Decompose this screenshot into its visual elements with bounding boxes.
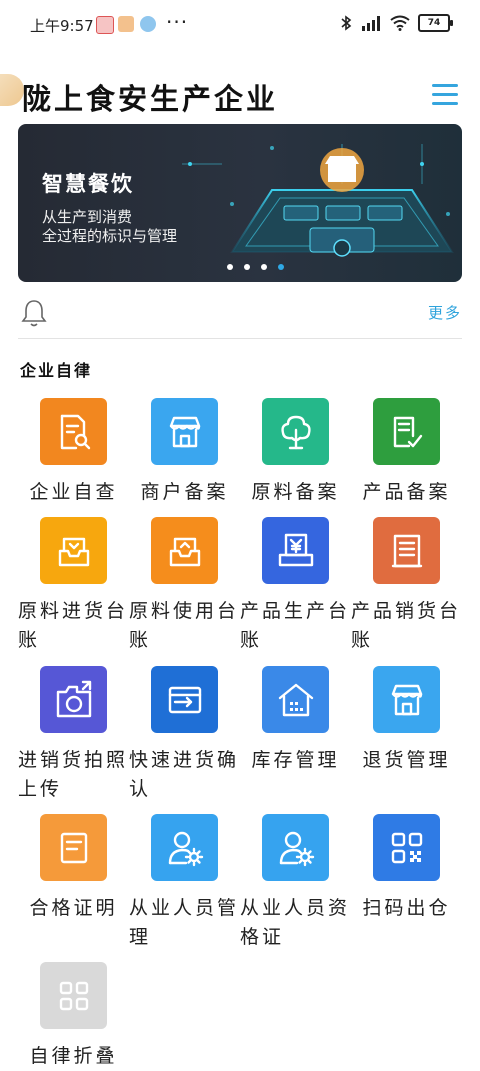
more-link[interactable]: 更多	[428, 302, 462, 323]
tray-in-icon	[40, 517, 107, 584]
carousel-dot-active[interactable]	[278, 264, 284, 270]
carousel-dot[interactable]	[244, 264, 250, 270]
tree-icon	[262, 398, 329, 465]
status-indicators: 74	[340, 14, 453, 32]
page-title: 陇上食安生产企业	[22, 82, 279, 116]
banner-title: 智慧餐饮	[42, 172, 134, 196]
grid-tile-label: 原料使用台账	[129, 600, 240, 651]
signal-icon	[362, 16, 380, 31]
grid-tile-label: 产品生产台账	[240, 600, 351, 651]
status-bar: 上午9:57 ··· 74	[0, 0, 480, 46]
grid-tile-label: 快速进货确认	[129, 749, 240, 800]
grid-tile-label: 库存管理	[251, 749, 340, 771]
notice-bar: 更多	[18, 292, 462, 339]
shop-icon	[373, 666, 440, 733]
app-header: 陇上食安生产企业	[0, 46, 480, 122]
grid-tile-label: 扫码出仓	[362, 897, 451, 919]
app-notification-icon	[140, 16, 156, 32]
grid-tile-label: 合格证明	[29, 897, 118, 919]
grid-tile-label: 原料备案	[251, 481, 340, 503]
bluetooth-icon	[341, 15, 352, 31]
hamburger-menu-icon[interactable]	[432, 84, 458, 106]
grid-icon	[40, 962, 107, 1029]
qr-code-icon	[373, 814, 440, 881]
grid-tile-label: 进销货拍照上传	[18, 749, 129, 800]
logo-mark	[0, 74, 24, 106]
carousel-dot[interactable]	[261, 264, 267, 270]
banner-carousel[interactable]: 智慧餐饮 从生产到消费 全过程的标识与管理	[18, 124, 462, 282]
user-gear-icon	[262, 814, 329, 881]
status-time: 上午9:57	[30, 17, 94, 35]
bell-icon	[21, 300, 47, 327]
card-arrow-icon	[151, 666, 218, 733]
grid-tile-label: 退货管理	[362, 749, 451, 771]
camera-icon	[40, 666, 107, 733]
battery-level: 74	[427, 18, 441, 28]
grid-tile-label: 产品销货台账	[351, 600, 462, 651]
receipt-yuan-icon	[262, 517, 329, 584]
shop-icon	[151, 398, 218, 465]
user-gear-icon	[151, 814, 218, 881]
battery-icon: 74	[418, 14, 453, 32]
document-check-icon	[373, 398, 440, 465]
app-notification-icon	[118, 16, 134, 32]
grid-tile-label: 产品备案	[362, 481, 451, 503]
certificate-icon	[40, 814, 107, 881]
grid-tile-label: 企业自查	[29, 481, 118, 503]
grid-tile-label: 商户备案	[140, 481, 229, 503]
document-search-icon	[40, 398, 107, 465]
carousel-indicators	[227, 264, 284, 270]
grid-tile-label: 从业人员资格证	[240, 897, 351, 948]
smart-dining-illustration	[182, 144, 454, 257]
grid-tile-label: 原料进货台账	[18, 600, 129, 651]
warehouse-icon	[262, 666, 329, 733]
tray-out-icon	[151, 517, 218, 584]
calendar-notification-icon	[96, 16, 114, 34]
more-notifications-icon: ···	[166, 10, 189, 34]
carousel-dot[interactable]	[227, 264, 233, 270]
wifi-icon	[390, 15, 410, 31]
banner-subtitle-line2: 全过程的标识与管理	[42, 227, 178, 245]
grid-tile-label: 从业人员管理	[129, 897, 240, 948]
section-title: 企业自律	[20, 361, 93, 380]
banner-subtitle-line1: 从生产到消费	[42, 208, 133, 226]
ledger-icon	[373, 517, 440, 584]
